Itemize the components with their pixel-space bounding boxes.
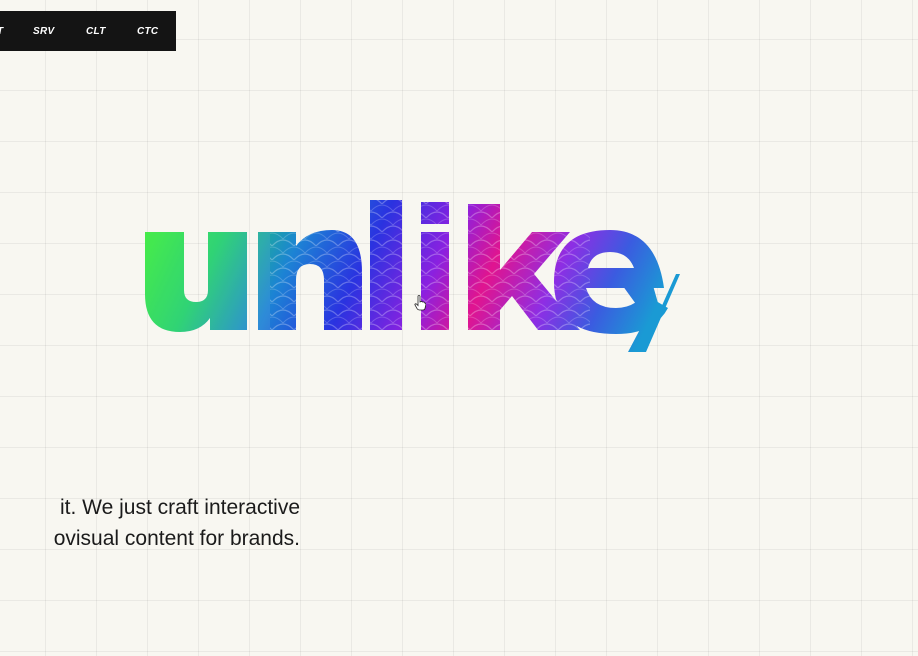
top-navigation: T SRV CLT CTC: [0, 11, 176, 51]
nav-item-ctc[interactable]: CTC: [137, 26, 158, 37]
hand-pointer-icon: [414, 295, 427, 311]
hero-tagline: it. We just craft interactive ovisual co…: [0, 492, 300, 554]
nav-item-partial[interactable]: T: [0, 26, 3, 37]
nav-item-srv[interactable]: SRV: [33, 26, 54, 37]
nav-item-clt[interactable]: CLT: [86, 26, 106, 37]
brand-logo: [140, 190, 700, 365]
tagline-line-1: it. We just craft interactive: [59, 496, 300, 519]
tagline-line-2: ovisual content for brands.: [53, 527, 300, 550]
brand-logo-graphic: [145, 200, 680, 352]
